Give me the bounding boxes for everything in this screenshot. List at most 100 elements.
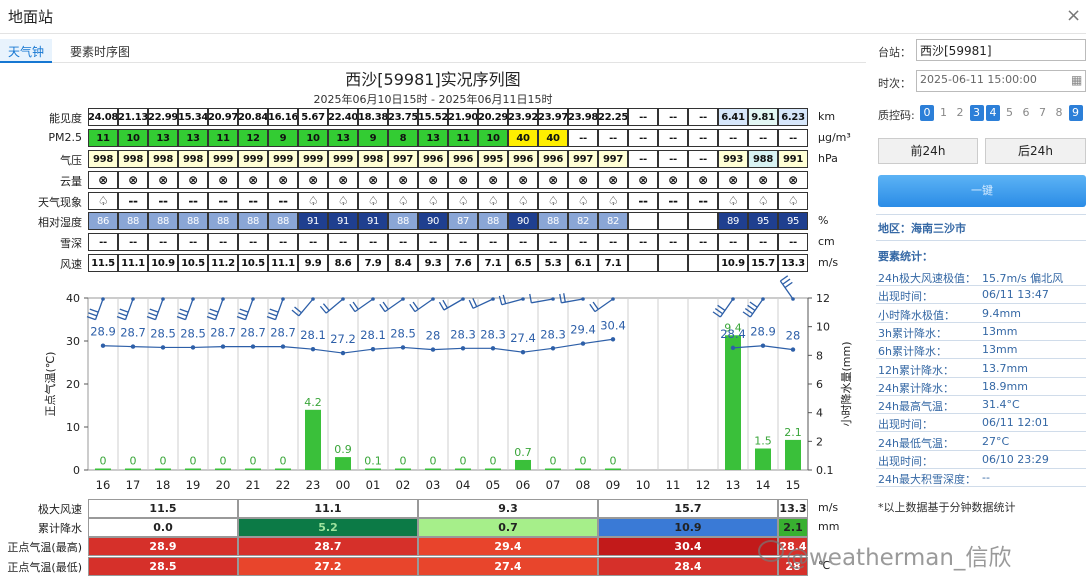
row-cell: -- (598, 233, 628, 251)
qc-code[interactable]: 2 (953, 105, 967, 121)
row-unit: % (818, 214, 829, 227)
bar-label: 1.5 (754, 435, 772, 448)
row-cell: 11 (88, 129, 118, 147)
row-cell: 998 (358, 150, 388, 168)
row-cell: 88 (538, 212, 568, 230)
row-cell: 7.1 (598, 254, 628, 272)
precip-bar (425, 468, 441, 470)
stat-value: 13mm (982, 343, 1018, 357)
qc-code[interactable]: 1 (937, 105, 951, 121)
x-tick-label: 04 (456, 478, 471, 492)
row-cell: 997 (568, 150, 598, 168)
summary-cell: 13.3 (778, 499, 808, 518)
wind-barb (86, 297, 105, 321)
divider (876, 468, 1086, 469)
row-cell: ⊗ (118, 171, 148, 189)
next-24h-button[interactable]: 后24h (985, 138, 1086, 164)
row-cell: -- (658, 150, 688, 168)
query-button[interactable]: 一键 (878, 175, 1086, 207)
divider (876, 214, 1086, 215)
row-cell: ⊗ (268, 171, 298, 189)
qc-code[interactable]: 7 (1036, 105, 1050, 121)
qc-code[interactable]: 5 (1003, 105, 1017, 121)
row-cell: -- (538, 233, 568, 251)
divider (876, 394, 1086, 396)
row-cell: ⊗ (568, 171, 598, 189)
precip-bar (365, 468, 381, 470)
divider (876, 486, 1086, 488)
bar-label: 0 (220, 455, 227, 468)
row-cell: 88 (478, 212, 508, 230)
row-cell: ⊗ (658, 171, 688, 189)
stat-value: 18.9mm (982, 379, 1028, 393)
wind-barb (266, 297, 285, 321)
temperature-point (100, 343, 106, 348)
qc-code[interactable]: 9 (1068, 105, 1083, 121)
tab-weather-clock[interactable]: 天气钟 (0, 39, 53, 63)
row-cell: 22.99 (148, 108, 178, 126)
temperature-point (250, 344, 256, 349)
qc-code[interactable]: 6 (1019, 105, 1033, 121)
row-cell: 13.3 (778, 254, 808, 272)
qc-code[interactable]: 4 (986, 105, 1000, 121)
stat-label: 出现时间： (878, 418, 933, 432)
row-cell: 15.34 (178, 108, 208, 126)
summary-cell: 30.4 (598, 537, 778, 556)
bar-label: 0 (610, 455, 617, 468)
wind-barb (176, 297, 195, 321)
bar-label: 0 (550, 455, 557, 468)
x-tick-label: 11 (666, 478, 681, 492)
wind-barb (379, 297, 405, 313)
row-cell: ⊗ (298, 171, 328, 189)
stat-label: 24h最低气温： (878, 436, 954, 450)
precip-bar (275, 468, 291, 470)
divider (876, 449, 1086, 451)
row-cell: ⊗ (178, 171, 208, 189)
stat-label: 24h累计降水： (878, 381, 954, 395)
row-cell: ♤ (778, 192, 808, 210)
calendar-icon[interactable]: ▦ (1071, 73, 1082, 87)
wind-barb (291, 297, 315, 317)
row-cell: 9.81 (748, 108, 778, 126)
row-label: 天气现象 (38, 196, 82, 209)
row-cell: 15.7 (748, 254, 778, 272)
x-tick-label: 21 (246, 478, 261, 492)
qc-code[interactable]: 3 (969, 105, 984, 121)
qc-code[interactable]: 8 (1052, 105, 1066, 121)
station-input[interactable]: 西沙[59981] (916, 39, 1086, 61)
close-icon[interactable]: × (1066, 5, 1081, 26)
window-title: 地面站 (8, 8, 54, 26)
qc-code[interactable]: 0 (920, 105, 934, 121)
precip-bar (785, 439, 801, 470)
row-cell: 13 (178, 129, 208, 147)
row-cell: 88 (178, 212, 208, 230)
row-cell: -- (658, 108, 688, 126)
row-cell: 24.08 (88, 108, 118, 126)
row-cell: -- (448, 233, 478, 251)
row-cell: 88 (238, 212, 268, 230)
divider (876, 285, 1086, 286)
wind-barb (589, 297, 615, 313)
row-cell: -- (298, 233, 328, 251)
tab-element-series[interactable]: 要素时序图 (62, 39, 138, 63)
x-tick-label: 08 (576, 478, 591, 492)
stat-label: 6h累计降水： (878, 345, 947, 359)
prev-24h-button[interactable]: 前24h (878, 138, 978, 164)
row-cell: 86 (88, 212, 118, 230)
temperature-point (130, 344, 136, 349)
temperature-label: 30.4 (600, 318, 626, 332)
row-cell: -- (358, 233, 388, 251)
info-panel: 台站： 西沙[59981] 时次： 2025-06-11 15:00:00 ▦ … (868, 34, 1086, 583)
row-cell: 20.97 (208, 108, 238, 126)
wind-barb (206, 297, 225, 321)
row-cell: -- (688, 233, 718, 251)
row-cell: 999 (208, 150, 238, 168)
row-cell (688, 212, 718, 230)
wind-barb (779, 275, 795, 301)
row-cell: 20.29 (478, 108, 508, 126)
time-input[interactable]: 2025-06-11 15:00:00 (916, 70, 1086, 92)
row-cell: 87 (448, 212, 478, 230)
row-cell: ⊗ (208, 171, 238, 189)
right-tick-label: 8 (816, 349, 823, 362)
row-cell: 988 (748, 150, 778, 168)
